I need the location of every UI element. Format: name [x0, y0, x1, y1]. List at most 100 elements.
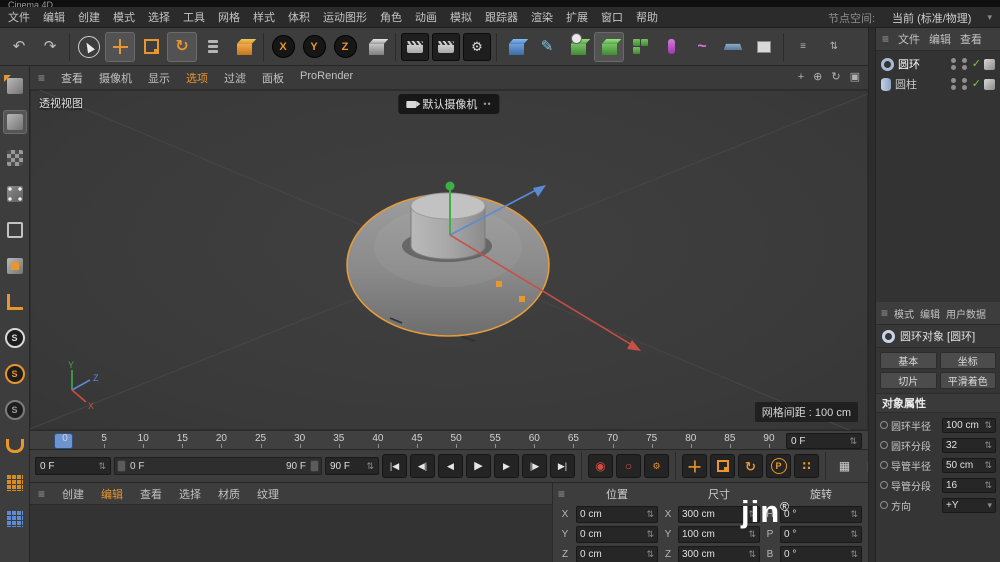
spinner-icon[interactable]: ⇅ [748, 530, 756, 539]
attribute-tab[interactable]: 基本 [880, 352, 937, 369]
menu-item[interactable]: 网格 [218, 9, 240, 25]
layout-grid-button[interactable]: ▦ [832, 454, 857, 478]
lock-z-axis-button[interactable]: Z [330, 32, 360, 62]
attribute-value-field[interactable]: +Y ▾ [942, 498, 996, 513]
next-key-button[interactable]: |▶ [522, 454, 547, 478]
viewport-canvas[interactable]: 透视视图 默认摄像机 •• [30, 90, 868, 430]
animation-dot-icon[interactable] [880, 421, 888, 429]
hamburger-icon[interactable]: ≡ [38, 488, 45, 500]
spline-pen-button[interactable]: ✎ [532, 32, 562, 62]
menu-item[interactable]: 扩展 [566, 9, 588, 25]
hamburger-icon[interactable]: ≡ [881, 307, 888, 319]
position-field[interactable]: 0 cm⇅ [576, 546, 658, 562]
goto-end-button[interactable]: ▶| [550, 454, 575, 478]
attribute-value-field[interactable]: 16 ⇅ [942, 478, 996, 493]
field-button[interactable]: ~ [687, 32, 717, 62]
zoom-view-icon[interactable]: ⊕ [813, 72, 822, 83]
range-end-grip[interactable] [310, 460, 319, 472]
object-menu-item[interactable]: 编辑 [929, 31, 951, 47]
menu-item[interactable]: 跟踪器 [485, 9, 518, 25]
window-layout-button[interactable]: ▣ [860, 454, 868, 478]
spinner-icon[interactable]: ⇅ [850, 530, 858, 539]
subdivision-surface-button[interactable] [563, 32, 593, 62]
axis-mode-button[interactable] [3, 290, 27, 314]
render-picture-viewer-button[interactable] [432, 33, 460, 61]
render-visibility-toggle[interactable] [961, 57, 969, 71]
rotation-field[interactable]: 0 °⇅ [780, 506, 862, 523]
phong-tag-icon[interactable] [984, 59, 995, 70]
attribute-value-field[interactable]: 100 cm ⇅ [942, 418, 996, 433]
move-tool-button[interactable] [105, 32, 135, 62]
viewport-menu-item[interactable]: 查看 [61, 70, 83, 86]
attribute-tab[interactable]: 平滑着色 [940, 372, 997, 389]
parameter-handle[interactable] [519, 296, 525, 302]
menu-item[interactable]: 角色 [380, 9, 402, 25]
key-pla-toggle[interactable]: ∷ [794, 454, 819, 478]
play-button[interactable]: ▶ [466, 454, 491, 478]
camera-label-pill[interactable]: 默认摄像机 •• [398, 94, 499, 114]
spinner-icon[interactable]: ⇅ [98, 462, 106, 471]
polygons-mode-button[interactable] [3, 254, 27, 278]
texture-mode-button[interactable] [3, 146, 27, 170]
viewport-menu-item[interactable]: ProRender [300, 70, 353, 86]
spinner-icon[interactable]: ⇅ [849, 437, 857, 446]
last-tool-button[interactable] [198, 32, 228, 62]
field-control-icon[interactable]: ▾ [987, 501, 992, 510]
field-control-icon[interactable]: ⇅ [984, 461, 992, 470]
goto-start-button[interactable]: |◀ [382, 454, 407, 478]
floor-button[interactable] [718, 32, 748, 62]
animation-dot-icon[interactable] [880, 441, 888, 449]
menu-item[interactable]: 工具 [183, 9, 205, 25]
material-menu-item[interactable]: 材质 [218, 486, 240, 502]
prev-frame-button[interactable]: ◀ [438, 454, 463, 478]
node-space-dropdown[interactable]: 当前 (标准/物理) [892, 10, 971, 26]
object-name[interactable]: 圆柱 [895, 76, 917, 92]
toolbar-more-button[interactable]: ⇅ [819, 32, 849, 62]
enable-check-icon[interactable]: ✓ [972, 79, 981, 90]
undo-button[interactable]: ↶ [4, 32, 34, 62]
menu-item[interactable]: 运动图形 [323, 9, 367, 25]
viewport-menu-item[interactable]: 选项 [186, 70, 208, 86]
material-menu-item[interactable]: 创建 [62, 486, 84, 502]
object-menu-item[interactable]: 查看 [960, 31, 982, 47]
current-frame-field[interactable]: 0 F ⇅ [35, 457, 111, 475]
redo-button[interactable]: ↷ [35, 32, 65, 62]
spinner-icon[interactable]: ⇅ [646, 550, 654, 559]
menu-item[interactable]: 样式 [253, 9, 275, 25]
position-field[interactable]: 0 cm⇅ [576, 526, 658, 543]
lock-x-axis-button[interactable]: X [268, 32, 298, 62]
toolbar-options-button[interactable]: ≡ [788, 32, 818, 62]
preview-range-slider[interactable]: 0 F 90 F [114, 457, 322, 475]
viewport-menu-item[interactable]: 过滤 [224, 70, 246, 86]
editor-visibility-toggle[interactable] [950, 77, 958, 91]
add-cube-button[interactable] [501, 32, 531, 62]
animation-dot-icon[interactable] [880, 461, 888, 469]
spinner-icon[interactable]: ⇅ [850, 510, 858, 519]
hamburger-icon[interactable]: ≡ [558, 488, 572, 500]
key-position-toggle[interactable] [682, 454, 707, 478]
field-control-icon[interactable]: ⇅ [984, 441, 992, 450]
frame-spinner[interactable]: 0 F ⇅ [786, 433, 862, 449]
render-view-button[interactable] [401, 33, 429, 61]
material-menu-item[interactable]: 选择 [179, 486, 201, 502]
spinner-icon[interactable]: ⇅ [748, 550, 756, 559]
enable-check-icon[interactable]: ✓ [972, 59, 981, 70]
menu-item[interactable]: 模式 [113, 9, 135, 25]
parameter-handle[interactable] [496, 281, 502, 287]
phong-tag-icon[interactable] [984, 79, 995, 90]
deformer-button[interactable] [656, 32, 686, 62]
cloner-button[interactable] [625, 32, 655, 62]
rotate-view-icon[interactable]: ↻ [831, 72, 840, 83]
hamburger-icon[interactable]: ≡ [882, 33, 889, 45]
y-axis-dot[interactable] [446, 182, 455, 191]
attribute-value-field[interactable]: 50 cm ⇅ [942, 458, 996, 473]
live-selection-button[interactable] [74, 32, 104, 62]
field-control-icon[interactable]: ⇅ [984, 481, 992, 490]
attribute-tab[interactable]: 坐标 [940, 352, 997, 369]
object-menu-item[interactable]: 文件 [898, 31, 920, 47]
autokey-button[interactable]: ○ [616, 454, 641, 478]
spinner-icon[interactable]: ⇅ [646, 530, 654, 539]
enable-snap-button[interactable] [3, 434, 27, 458]
hamburger-icon[interactable]: ≡ [38, 72, 45, 84]
key-rotation-toggle[interactable]: ↻ [738, 454, 763, 478]
